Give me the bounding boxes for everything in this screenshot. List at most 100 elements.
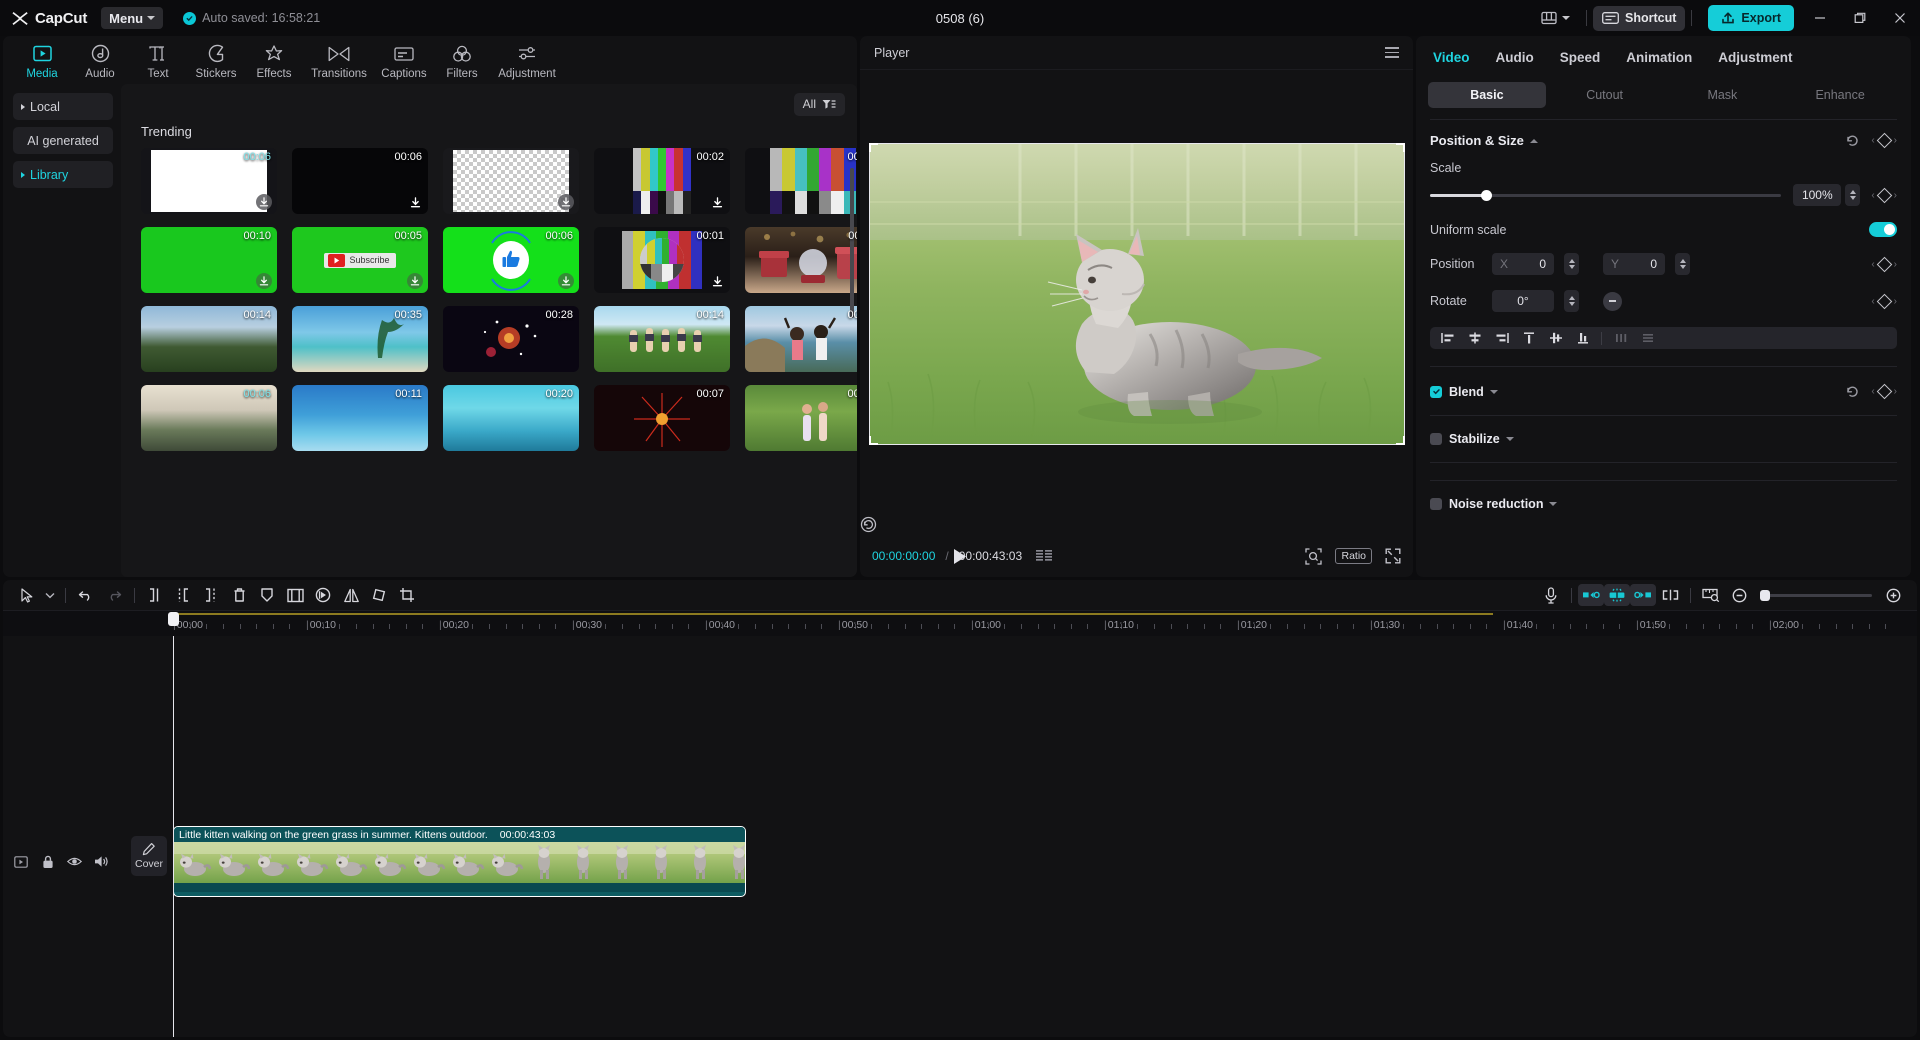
playhead-handle[interactable]: [168, 612, 179, 626]
marker-icon[interactable]: [253, 583, 281, 607]
keyframe-icon[interactable]: [1876, 293, 1892, 309]
zoom-out-icon[interactable]: [1725, 583, 1753, 607]
split-icon[interactable]: [169, 583, 197, 607]
scale-slider-knob[interactable]: [1481, 190, 1492, 201]
eye-icon[interactable]: [67, 854, 82, 869]
mute-icon[interactable]: [94, 854, 109, 869]
media-item[interactable]: 00:11: [745, 227, 857, 293]
auto-cut-both-icon[interactable]: [1604, 584, 1630, 606]
close-button[interactable]: [1880, 0, 1920, 36]
media-item[interactable]: 00:13: [745, 385, 857, 451]
delete-icon[interactable]: [225, 583, 253, 607]
segment-basic[interactable]: Basic: [1428, 82, 1546, 108]
chevron-down-icon[interactable]: [1549, 502, 1557, 506]
media-item[interactable]: 00:06: [292, 148, 428, 214]
freeze-frame-icon[interactable]: [281, 583, 309, 607]
tab-captions[interactable]: Captions: [375, 43, 433, 84]
sidebar-item-library[interactable]: Library: [13, 161, 113, 188]
filter-button[interactable]: All: [794, 93, 845, 116]
distribute-vertical-icon[interactable]: [1636, 328, 1659, 348]
scale-stepper[interactable]: [1845, 184, 1860, 206]
tab-filters[interactable]: Filters: [433, 43, 491, 84]
media-item[interactable]: [443, 148, 579, 214]
download-icon[interactable]: [709, 273, 725, 289]
media-item[interactable]: 00:06: [141, 385, 277, 451]
layout-button[interactable]: [1531, 11, 1580, 25]
sidebar-item-ai-generated[interactable]: AI generated: [13, 127, 113, 154]
download-icon[interactable]: [709, 194, 725, 210]
tab-audio[interactable]: Audio: [71, 43, 129, 84]
chevron-down-icon[interactable]: [1490, 390, 1498, 394]
timeline-ruler[interactable]: 00:0000:1000:2000:3000:4000:5001:0001:10…: [3, 610, 1917, 636]
align-left-icon[interactable]: [1436, 328, 1459, 348]
rotate-keyframe-control[interactable]: ‹›: [1871, 296, 1897, 307]
tab-adjustment[interactable]: Adjustment: [1705, 50, 1805, 65]
distribute-horizontal-icon[interactable]: [1609, 328, 1632, 348]
scale-keyframe-control[interactable]: ‹›: [1871, 190, 1897, 201]
position-x-field[interactable]: X 0: [1492, 253, 1554, 275]
frames-icon[interactable]: [1036, 550, 1054, 563]
align-center-horizontal-icon[interactable]: [1463, 328, 1486, 348]
split-left-icon[interactable]: [141, 583, 169, 607]
tab-speed[interactable]: Speed: [1547, 50, 1614, 65]
resize-handle-top-left[interactable]: [869, 143, 878, 152]
download-icon[interactable]: [407, 194, 423, 210]
maximize-button[interactable]: [1840, 0, 1880, 36]
media-item[interactable]: 00:02: [594, 148, 730, 214]
auto-cut-right-icon[interactable]: [1630, 584, 1656, 606]
reset-icon[interactable]: [1845, 133, 1860, 148]
timeline-zoom-slider[interactable]: [1760, 594, 1872, 597]
undo-icon[interactable]: [72, 583, 100, 607]
download-icon[interactable]: [558, 194, 574, 210]
stabilize-checkbox[interactable]: [1430, 433, 1442, 445]
position-x-stepper[interactable]: [1564, 253, 1579, 275]
tab-adjustment[interactable]: Adjustment: [491, 43, 563, 84]
reverse-icon[interactable]: [309, 583, 337, 607]
noise-reduction-checkbox[interactable]: [1430, 498, 1442, 510]
microphone-icon[interactable]: [1537, 583, 1565, 607]
fullscreen-icon[interactable]: [1385, 548, 1401, 564]
magnifier-icon[interactable]: [1305, 548, 1322, 565]
scale-slider[interactable]: [1430, 194, 1781, 197]
export-button[interactable]: Export: [1708, 5, 1794, 31]
resize-handle-top-right[interactable]: [1396, 143, 1405, 152]
keyframe-icon[interactable]: [1876, 256, 1892, 272]
shortcut-button[interactable]: Shortcut: [1593, 6, 1685, 31]
keyframe-icon[interactable]: [1876, 133, 1892, 149]
media-item[interactable]: 00:14: [141, 306, 277, 372]
split-right-icon[interactable]: [197, 583, 225, 607]
download-icon[interactable]: [558, 273, 574, 289]
chevron-up-icon[interactable]: [1530, 139, 1538, 143]
uniform-scale-toggle[interactable]: [1869, 222, 1897, 237]
keyframe-control[interactable]: ‹ ›: [1871, 135, 1897, 146]
keyframe-icon[interactable]: [1876, 187, 1892, 203]
tab-stickers[interactable]: Stickers: [187, 43, 245, 84]
sidebar-item-local[interactable]: Local: [13, 93, 113, 120]
media-item[interactable]: 00:23: [745, 306, 857, 372]
tab-transitions[interactable]: Transitions: [303, 43, 375, 84]
media-item[interactable]: 00:28: [443, 306, 579, 372]
track-thumbnail-icon[interactable]: [13, 854, 28, 869]
resize-handle-bottom-left[interactable]: [869, 436, 878, 445]
segment-cutout[interactable]: Cutout: [1546, 82, 1664, 108]
split-track-icon[interactable]: [1656, 583, 1684, 607]
media-item[interactable]: 00:11: [292, 385, 428, 451]
position-y-field[interactable]: Y 0: [1603, 253, 1665, 275]
media-scrollbar[interactable]: [850, 168, 854, 318]
timeline-zoom-knob[interactable]: [1760, 590, 1770, 601]
rotate-icon[interactable]: [365, 583, 393, 607]
tab-animation[interactable]: Animation: [1613, 50, 1705, 65]
chevron-down-icon[interactable]: [1506, 437, 1514, 441]
tab-media[interactable]: Media: [13, 43, 71, 84]
reset-icon[interactable]: [1845, 384, 1860, 399]
media-item[interactable]: 00:14: [594, 306, 730, 372]
position-keyframe-control[interactable]: ‹›: [1871, 259, 1897, 270]
blend-checkbox[interactable]: [1430, 386, 1442, 398]
download-icon[interactable]: [256, 273, 272, 289]
download-icon[interactable]: [407, 273, 423, 289]
resize-handle-bottom-right[interactable]: [1396, 436, 1405, 445]
media-item[interactable]: Subscribe 00:05: [292, 227, 428, 293]
chevron-down-icon[interactable]: [41, 583, 59, 607]
ratio-button[interactable]: Ratio: [1335, 548, 1372, 564]
tab-video[interactable]: Video: [1430, 50, 1483, 65]
